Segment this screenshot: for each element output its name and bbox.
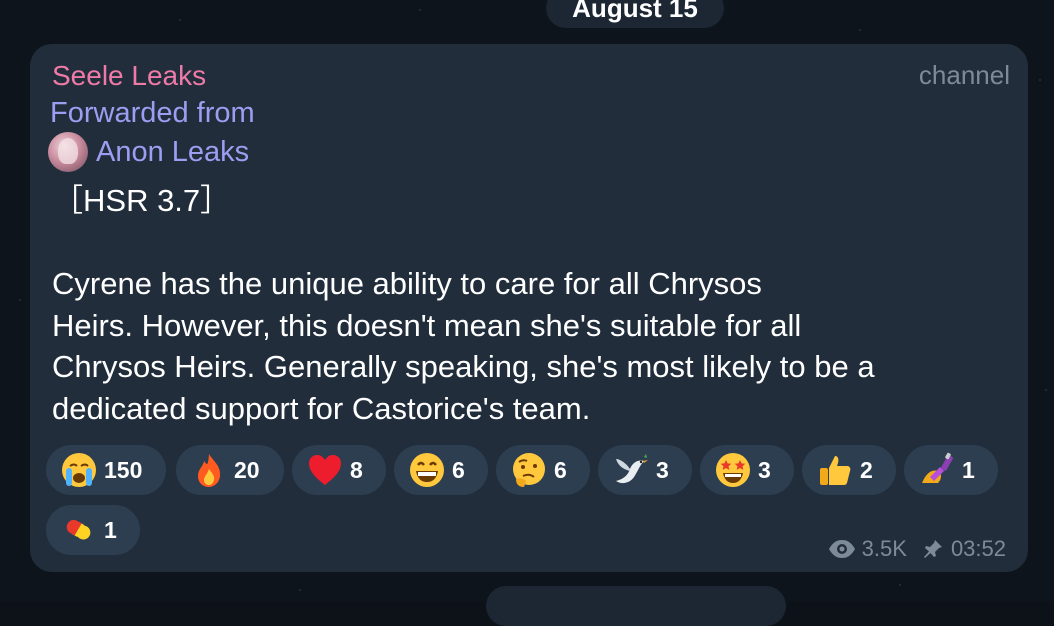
reaction-count: 3 bbox=[758, 456, 771, 483]
nail-polish-icon bbox=[918, 451, 956, 489]
reaction-thumbs-up[interactable]: 2 bbox=[802, 445, 896, 495]
date-header: August 15 bbox=[546, 0, 724, 28]
reaction-count: 8 bbox=[350, 456, 363, 483]
view-count: 3.5K bbox=[861, 536, 907, 561]
channel-tag: channel bbox=[918, 60, 1010, 90]
dove-icon bbox=[612, 451, 650, 489]
sender-name[interactable]: Seele Leaks bbox=[52, 60, 206, 92]
grinning-face-icon bbox=[408, 451, 446, 489]
reaction-dove[interactable]: 3 bbox=[598, 445, 692, 495]
service-message bbox=[486, 586, 786, 626]
star-struck-icon bbox=[714, 451, 752, 489]
reaction-count: 3 bbox=[656, 456, 669, 483]
reaction-count: 150 bbox=[104, 456, 143, 483]
reaction-star-struck[interactable]: 3 bbox=[700, 445, 794, 495]
reaction-count: 1 bbox=[104, 516, 117, 543]
reaction-count: 1 bbox=[962, 456, 975, 483]
crying-face-icon bbox=[60, 451, 98, 489]
pill-icon bbox=[60, 511, 98, 549]
reaction-count: 6 bbox=[554, 456, 567, 483]
eye-icon bbox=[828, 539, 856, 559]
reaction-count: 20 bbox=[234, 456, 260, 483]
forwarded-source[interactable]: Anon Leaks bbox=[48, 132, 249, 172]
reaction-thinking[interactable]: 6 bbox=[496, 445, 590, 495]
reaction-grin[interactable]: 6 bbox=[394, 445, 488, 495]
message-meta: 3.5K 03:52 bbox=[828, 534, 1006, 564]
red-heart-icon bbox=[306, 451, 344, 489]
message-time: 03:52 bbox=[950, 536, 1006, 561]
reaction-nail-polish[interactable]: 1 bbox=[904, 445, 998, 495]
message-text: ［HSR 3.7］ Cyrene has the unique ability … bbox=[52, 183, 875, 426]
reaction-crying[interactable]: 150 bbox=[46, 445, 166, 495]
reaction-fire[interactable]: 20 bbox=[176, 445, 284, 495]
pin-icon bbox=[923, 539, 943, 559]
forwarded-source-name[interactable]: Anon Leaks bbox=[96, 136, 249, 169]
reaction-count: 2 bbox=[860, 456, 873, 483]
reaction-pill[interactable]: 1 bbox=[46, 505, 140, 555]
fire-icon bbox=[190, 451, 228, 489]
thumbs-up-icon bbox=[816, 451, 854, 489]
reaction-heart[interactable]: 8 bbox=[292, 445, 386, 495]
avatar[interactable] bbox=[48, 132, 88, 172]
thinking-face-icon bbox=[510, 451, 548, 489]
message-bubble[interactable]: Seele Leaks channel Forwarded from Anon … bbox=[30, 44, 1028, 572]
forwarded-label: Forwarded from bbox=[50, 97, 255, 129]
reaction-count: 6 bbox=[452, 456, 465, 483]
